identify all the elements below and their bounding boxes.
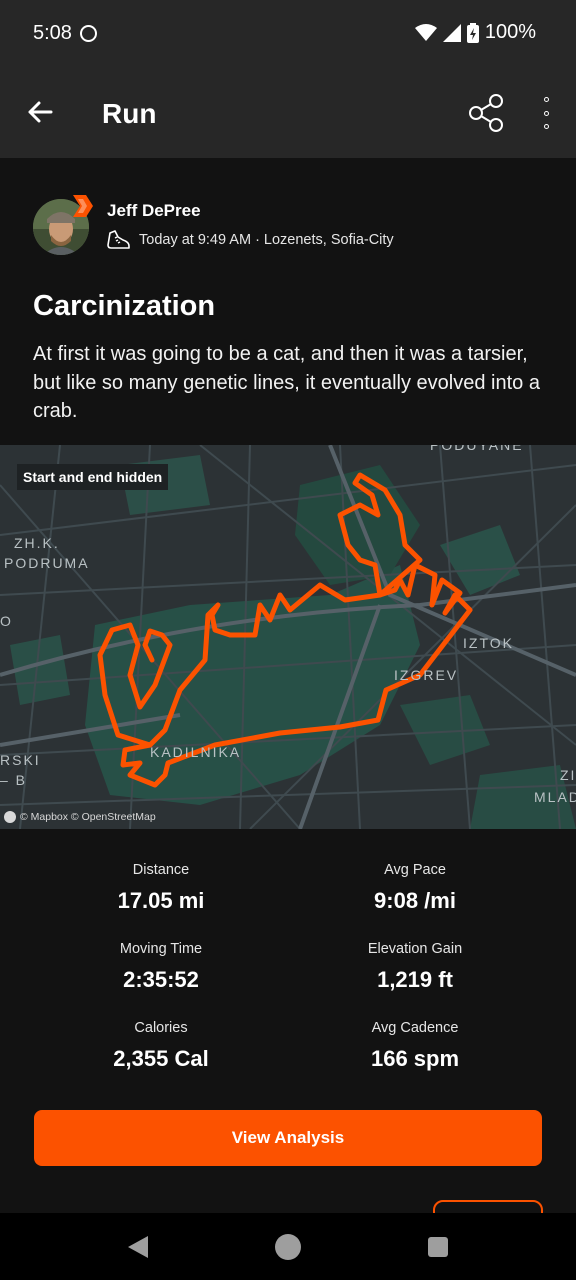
stat-value: 2:35:52 [123, 967, 199, 992]
avatar[interactable] [33, 195, 93, 255]
stat-avg-cadence: Avg Cadence 166 spm [300, 1020, 530, 1072]
notification-icon [80, 25, 97, 42]
wifi-icon [414, 23, 437, 41]
stat-value: 17.05 mi [117, 888, 205, 913]
system-nav-bar [0, 1213, 576, 1280]
map-label-z: ZI [560, 767, 576, 783]
route-map[interactable]: PODUYANE ZH.K. PODRUMA O IZTOK IZGREV KA… [0, 445, 576, 829]
athlete-header[interactable]: Jeff DePree Today at 9:49 AM · Lozenets,… [33, 193, 553, 257]
stat-label: Avg Cadence [371, 1020, 459, 1036]
map-attribution[interactable]: © Mapbox © OpenStreetMap [4, 811, 156, 823]
stat-value: 2,355 Cal [113, 1046, 209, 1071]
stat-avg-pace: Avg Pace 9:08 /mi [300, 862, 530, 914]
battery-percent: 100% [484, 21, 536, 43]
map-label-kadilnika: KADILNIKA [150, 744, 242, 760]
map-label-rski: RSKI [0, 752, 41, 768]
status-icons: 100% [414, 21, 536, 44]
arrow-left-icon [28, 101, 53, 123]
share-button[interactable] [466, 92, 506, 134]
stat-label: Calories [134, 1020, 188, 1036]
map-label-zhk: ZH.K. [14, 535, 60, 551]
more-options-button[interactable] [530, 94, 562, 132]
map-label-o: O [0, 613, 13, 629]
more-vertical-icon [543, 97, 549, 102]
attribution-text[interactable]: © Mapbox © OpenStreetMap [20, 811, 156, 823]
activity-date-location: Today at 9:49 AM · Lozenets, Sofia-City [139, 232, 394, 248]
activity-title: Carcinization [33, 290, 216, 322]
map-label-iztok: IZTOK [463, 635, 514, 651]
stat-label: Distance [132, 862, 190, 878]
view-analysis-button[interactable]: View Analysis [34, 1110, 542, 1166]
signal-icon [442, 23, 461, 42]
map-label-poduyane: PODUYANE [430, 445, 524, 453]
nav-home-icon[interactable] [275, 1234, 301, 1260]
status-bar: 5:08 100% [0, 0, 576, 68]
map-label-izgrev: IZGREV [394, 667, 459, 683]
athlete-name[interactable]: Jeff DePree [107, 201, 201, 221]
mapbox-logo-icon [4, 811, 16, 823]
nav-recents-icon[interactable] [428, 1237, 448, 1257]
stat-value: 166 spm [370, 1046, 460, 1071]
stat-calories: Calories 2,355 Cal [46, 1020, 276, 1072]
stat-value: 1,219 ft [377, 967, 453, 992]
back-button[interactable] [20, 92, 60, 132]
running-shoe-icon [107, 230, 130, 249]
activity-meta: Today at 9:49 AM · Lozenets, Sofia-City [107, 229, 394, 251]
privacy-chip: Start and end hidden [17, 464, 169, 490]
stat-value: 9:08 /mi [374, 888, 456, 913]
map-label-b: – B [0, 772, 28, 788]
nav-back-icon[interactable] [127, 1235, 149, 1259]
stat-label: Avg Pace [384, 862, 446, 878]
stat-elevation-gain: Elevation Gain 1,219 ft [300, 941, 530, 993]
share-icon [469, 94, 503, 132]
stat-label: Elevation Gain [367, 941, 463, 957]
map-label-mlad: MLAD [534, 789, 576, 805]
status-time: 5:08 [33, 22, 72, 44]
more-dot [543, 110, 549, 116]
stat-moving-time: Moving Time 2:35:52 [46, 941, 276, 993]
page-title: Run [102, 98, 157, 129]
stat-distance: Distance 17.05 mi [46, 862, 276, 914]
more-dot [543, 124, 549, 129]
activity-description: At first it was going to be a cat, and t… [33, 343, 540, 422]
app-bar: Run [0, 68, 576, 158]
stat-label: Moving Time [119, 941, 203, 957]
subscriber-badge-icon [73, 195, 93, 217]
map-label-podruma: PODRUMA [4, 555, 90, 571]
battery-icon [466, 22, 479, 43]
